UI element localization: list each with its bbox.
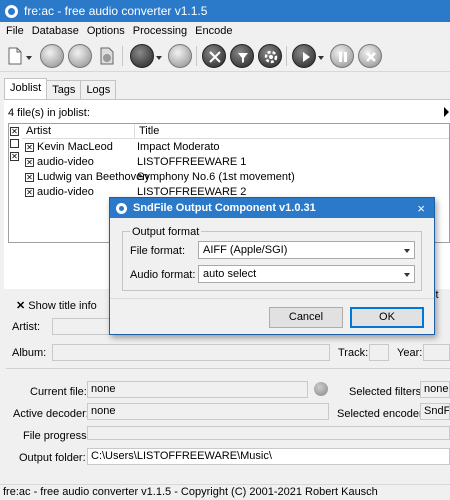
file-progress-label: File progress: bbox=[23, 430, 90, 442]
pause-icon[interactable] bbox=[330, 44, 354, 68]
row-artist: audio-video bbox=[37, 156, 94, 168]
add-cd-icon[interactable] bbox=[40, 44, 64, 68]
file-progress-bar bbox=[87, 426, 450, 440]
menu-database[interactable]: Database bbox=[28, 25, 83, 37]
audio-format-label: Audio format: bbox=[130, 269, 196, 281]
row-artist: audio-video bbox=[37, 186, 94, 198]
row-checkbox[interactable]: ✕ bbox=[25, 143, 34, 152]
year-label: Year: bbox=[397, 347, 423, 359]
show-title-info-toggle[interactable]: ✕ Show title info bbox=[16, 299, 97, 312]
configure-icon[interactable] bbox=[202, 44, 226, 68]
output-folder-label: Output folder: bbox=[19, 452, 86, 464]
selected-filters-field: none bbox=[420, 381, 450, 398]
status-bar: fre:ac - free audio converter v1.1.5 - C… bbox=[0, 484, 450, 500]
cddb-icon[interactable] bbox=[68, 44, 92, 68]
audio-format-value: auto select bbox=[203, 268, 257, 280]
current-file-field: none bbox=[87, 381, 308, 398]
close-icon[interactable]: × bbox=[417, 201, 425, 216]
decoder-info-icon[interactable] bbox=[314, 382, 328, 396]
query-cddb-dropdown-icon[interactable] bbox=[156, 56, 162, 60]
add-files-icon[interactable] bbox=[6, 46, 24, 66]
active-decoder-label: Active decoder: bbox=[13, 408, 89, 420]
artist-field[interactable] bbox=[52, 318, 112, 335]
file-format-select[interactable]: AIFF (Apple/SGI) bbox=[198, 241, 415, 259]
scroll-right-icon[interactable] bbox=[444, 107, 449, 117]
joblist-count: 4 file(s) in joblist: bbox=[8, 107, 90, 119]
sndfile-output-dialog: SndFile Output Component v1.0.31 × Outpu… bbox=[109, 197, 435, 335]
chevron-down-icon bbox=[404, 249, 410, 253]
start-encoding-dropdown-icon[interactable] bbox=[318, 56, 324, 60]
window-title: fre:ac - free audio converter v1.1.5 bbox=[24, 4, 208, 18]
settings-gear-icon[interactable] bbox=[258, 44, 282, 68]
menu-encode[interactable]: Encode bbox=[191, 25, 236, 37]
remove-file-icon[interactable] bbox=[98, 46, 116, 66]
output-folder-field[interactable]: C:\Users\LISTOFFREEWARE\Music\ bbox=[87, 448, 450, 465]
menu-file[interactable]: File bbox=[2, 25, 28, 37]
submit-cddb-icon[interactable] bbox=[168, 44, 192, 68]
dialog-title-bar: SndFile Output Component v1.0.31 × bbox=[110, 198, 434, 218]
query-cddb-icon[interactable] bbox=[130, 44, 154, 68]
row-checkbox[interactable]: ✕ bbox=[25, 173, 34, 182]
table-row[interactable]: ✕ Ludwig van Beethoven Symphony No.6 (1s… bbox=[9, 170, 449, 185]
audio-format-select[interactable]: auto select bbox=[198, 265, 415, 283]
file-format-label: File format: bbox=[130, 245, 186, 257]
album-field[interactable] bbox=[52, 344, 330, 361]
menu-options[interactable]: Options bbox=[83, 25, 129, 37]
start-encoding-icon[interactable] bbox=[292, 44, 316, 68]
divider bbox=[6, 368, 450, 369]
active-decoder-field: none bbox=[87, 403, 329, 420]
current-file-label: Current file: bbox=[30, 386, 87, 398]
tab-joblist[interactable]: Joblist bbox=[4, 78, 48, 99]
track-field[interactable] bbox=[369, 344, 389, 361]
row-title: Symphony No.6 (1st movement) bbox=[137, 171, 295, 183]
filter-icon[interactable] bbox=[230, 44, 254, 68]
ok-button[interactable]: OK bbox=[350, 307, 424, 328]
dialog-divider bbox=[110, 298, 434, 299]
select-all-checkbox[interactable]: ✕ bbox=[10, 127, 19, 136]
side-checkbox[interactable] bbox=[10, 139, 19, 148]
dialog-app-icon bbox=[116, 202, 127, 214]
tab-tags[interactable]: Tags bbox=[46, 80, 82, 99]
dialog-title: SndFile Output Component v1.0.31 bbox=[133, 202, 316, 214]
file-format-value: AIFF (Apple/SGI) bbox=[203, 244, 288, 256]
row-artist: Kevin MacLeod bbox=[37, 141, 113, 153]
row-title: LISTOFFREEWARE 1 bbox=[137, 156, 247, 168]
artist-label: Artist: bbox=[12, 321, 41, 333]
year-field[interactable] bbox=[423, 344, 450, 361]
album-label: Album: bbox=[12, 347, 47, 359]
cancel-button[interactable]: Cancel bbox=[269, 307, 343, 328]
row-title: Impact Moderato bbox=[137, 141, 220, 153]
table-row[interactable]: ✕ audio-video LISTOFFREEWARE 1 bbox=[9, 155, 449, 170]
menu-processing[interactable]: Processing bbox=[129, 25, 191, 37]
row-checkbox[interactable]: ✕ bbox=[25, 188, 34, 197]
row-checkbox[interactable]: ✕ bbox=[25, 158, 34, 167]
tab-logs[interactable]: Logs bbox=[80, 80, 117, 99]
title-bar: fre:ac - free audio converter v1.1.5 bbox=[0, 0, 450, 22]
column-header-artist[interactable]: Artist bbox=[22, 124, 135, 139]
chevron-down-icon bbox=[404, 273, 410, 277]
toolbar bbox=[0, 40, 450, 72]
column-header-title[interactable]: Title bbox=[135, 124, 449, 139]
add-files-dropdown-icon[interactable] bbox=[26, 56, 32, 60]
output-format-group-label: Output format bbox=[130, 226, 202, 238]
app-icon bbox=[5, 4, 18, 18]
selected-encoder-label: Selected encoder: bbox=[337, 408, 426, 420]
tab-strip: Joblist Tags Logs bbox=[4, 78, 117, 100]
table-row[interactable]: ✕ Kevin MacLeod Impact Moderato bbox=[9, 140, 449, 155]
selected-encoder-field: SndFil bbox=[420, 403, 450, 420]
menu-bar: File Database Options Processing Encode bbox=[0, 22, 450, 40]
side-checkbox[interactable]: ✕ bbox=[10, 152, 19, 161]
stop-icon[interactable] bbox=[358, 44, 382, 68]
row-artist: Ludwig van Beethoven bbox=[37, 171, 149, 183]
track-label: Track: bbox=[338, 347, 369, 359]
selected-filters-label: Selected filters: bbox=[349, 386, 425, 398]
